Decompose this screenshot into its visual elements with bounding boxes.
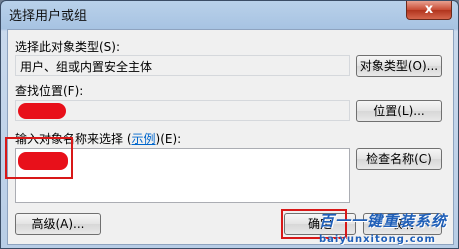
advanced-button[interactable]: 高级(A)... bbox=[15, 213, 101, 235]
close-icon: x bbox=[424, 2, 434, 17]
examples-link[interactable]: 示例 bbox=[132, 132, 156, 146]
object-names-label-suffix: )(E): bbox=[155, 132, 182, 146]
watermark-url: baiyunxitong.com bbox=[319, 234, 436, 245]
object-type-field: 用户、组或内置安全主体 bbox=[15, 55, 350, 76]
check-names-button[interactable]: 检查名称(C) bbox=[356, 148, 442, 170]
watermark: 百一一键重装系统 baiyunxitong.com bbox=[319, 210, 455, 248]
object-type-label: 选择此对象类型(S): bbox=[15, 40, 121, 54]
locations-button[interactable]: 位置(L)... bbox=[356, 100, 442, 122]
title-bar: 选择用户或组 x bbox=[1, 1, 458, 27]
dialog-title: 选择用户或组 bbox=[9, 9, 88, 24]
names-annotation-box bbox=[5, 137, 73, 179]
location-field bbox=[15, 100, 350, 121]
select-users-or-groups-dialog: 选择用户或组 x 选择此对象类型(S): 用户、组或内置安全主体 对象类型(O)… bbox=[0, 0, 459, 249]
object-types-button[interactable]: 对象类型(O)... bbox=[356, 55, 442, 77]
close-button[interactable]: x bbox=[406, 1, 452, 20]
location-redaction bbox=[18, 103, 66, 119]
watermark-text: 百一一键重装系统 bbox=[319, 212, 448, 230]
location-label: 查找位置(F): bbox=[15, 84, 84, 98]
